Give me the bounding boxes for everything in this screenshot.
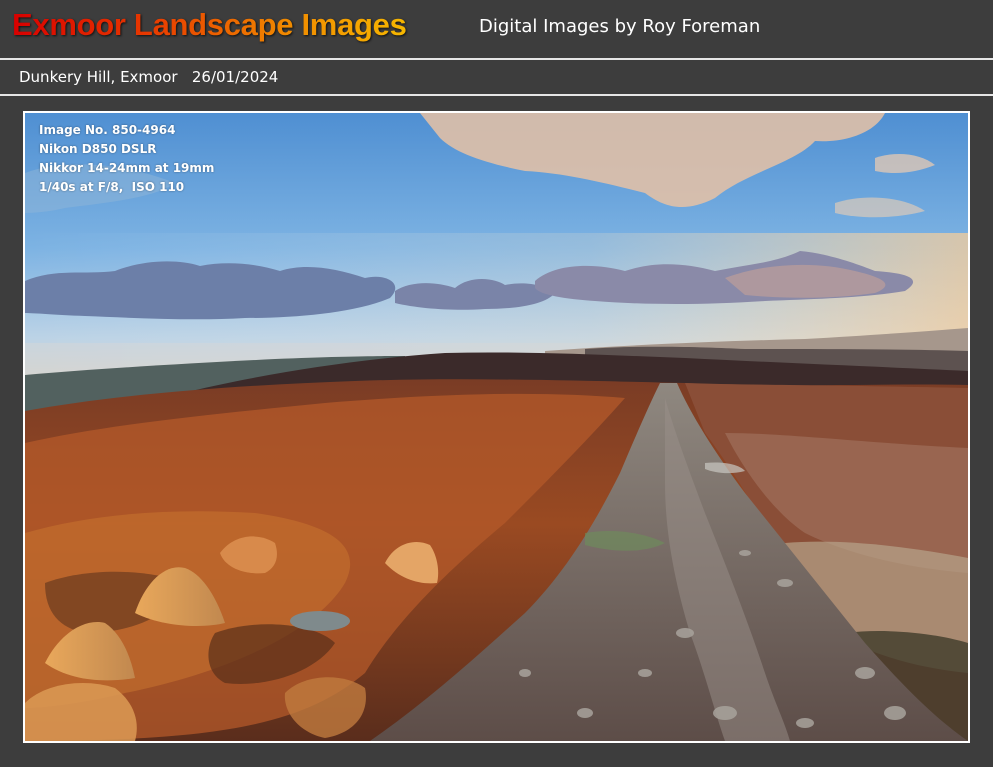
site-title[interactable]: Exmoor Landscape Images — [12, 7, 407, 43]
landscape-photo: Image No. 850-4964 Nikon D850 DSLR Nikko… — [23, 111, 970, 743]
caption-location: Dunkery Hill, Exmoor — [19, 68, 178, 86]
exif-overlay: Image No. 850-4964 Nikon D850 DSLR Nikko… — [39, 121, 214, 197]
caption-divider — [0, 94, 993, 96]
exif-image-number: Image No. 850-4964 — [39, 123, 176, 137]
exif-camera: Nikon D850 DSLR — [39, 142, 157, 156]
caption-bar: Dunkery Hill, Exmoor 26/01/2024 — [0, 60, 993, 94]
photo-illustration — [25, 113, 968, 741]
site-header: Exmoor Landscape Images Digital Images b… — [0, 0, 993, 58]
caption-date: 26/01/2024 — [191, 68, 279, 86]
exif-lens: Nikkor 14-24mm at 19mm — [39, 161, 215, 175]
exif-settings: 1/40s at F/8, ISO 110 — [39, 180, 185, 194]
site-subtitle: Digital Images by Roy Foreman — [479, 16, 761, 37]
photo-caption: Dunkery Hill, Exmoor 26/01/2024 — [19, 68, 278, 86]
